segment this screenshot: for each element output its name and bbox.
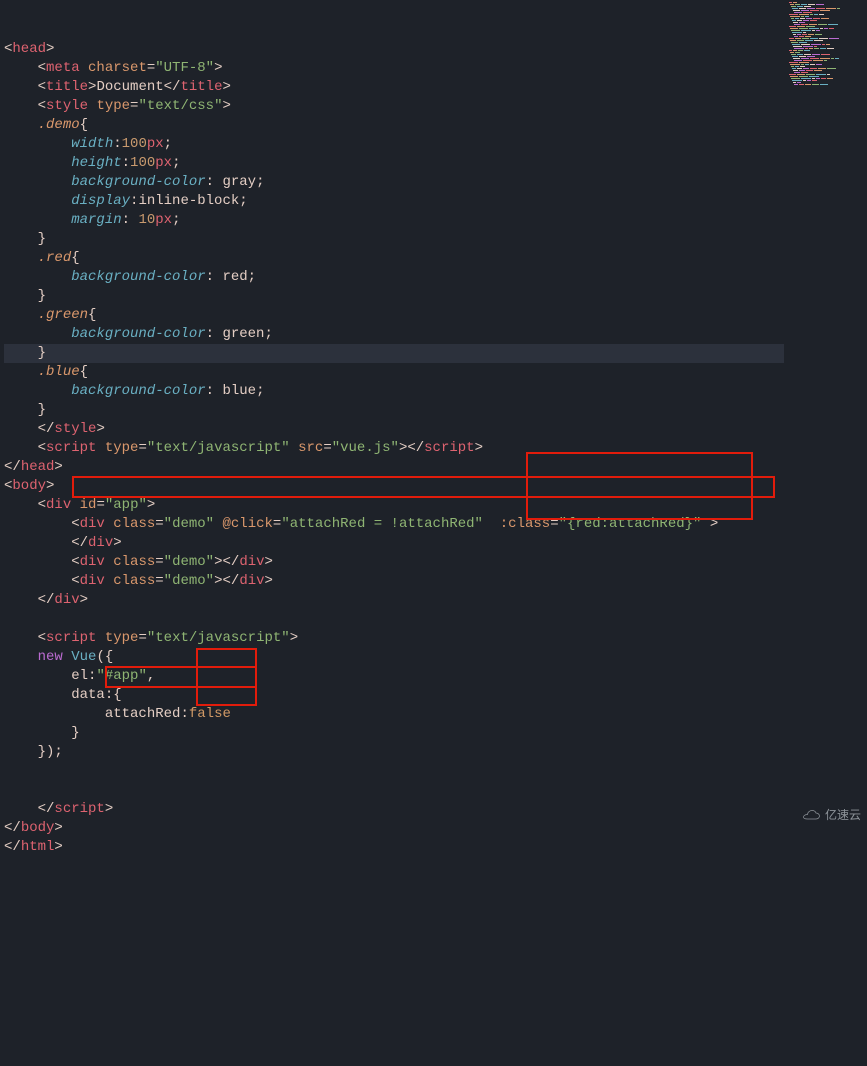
code-line: .blue{: [4, 363, 867, 382]
code-line: }: [4, 287, 867, 306]
code-line: }: [4, 724, 867, 743]
code-line: [4, 781, 867, 800]
code-line: width:100px;: [4, 135, 867, 154]
code-line: <title>Document</title>: [4, 78, 867, 97]
code-line: new Vue({: [4, 648, 867, 667]
code-line: </style>: [4, 420, 867, 439]
code-line: <div class="demo" @click="attachRed = !a…: [4, 515, 867, 534]
code-line: </head>: [4, 458, 867, 477]
code-line: background-color: green;: [4, 325, 867, 344]
code-line: </script>: [4, 800, 867, 819]
code-line: el:"#app",: [4, 667, 867, 686]
code-line: <div class="demo"></div>: [4, 553, 867, 572]
code-line: height:100px;: [4, 154, 867, 173]
code-line: <div id="app">: [4, 496, 867, 515]
code-line: background-color: blue;: [4, 382, 867, 401]
code-line: <style type="text/css">: [4, 97, 867, 116]
code-line: display:inline-block;: [4, 192, 867, 211]
code-line: .demo{: [4, 116, 867, 135]
code-line: data:{: [4, 686, 867, 705]
cloud-icon: [801, 809, 821, 823]
code-line: attachRed:false: [4, 705, 867, 724]
code-line: <script type="text/javascript">: [4, 629, 867, 648]
code-line: background-color: gray;: [4, 173, 867, 192]
code-line: [4, 762, 867, 781]
code-line: </div>: [4, 591, 867, 610]
code-line: });: [4, 743, 867, 762]
code-line: <body>: [4, 477, 867, 496]
code-line: .green{: [4, 306, 867, 325]
code-line: [4, 610, 867, 629]
code-line: </html>: [4, 838, 867, 857]
code-line: background-color: red;: [4, 268, 867, 287]
code-line: margin: 10px;: [4, 211, 867, 230]
code-line: .red{: [4, 249, 867, 268]
code-line: <meta charset="UTF-8">: [4, 59, 867, 78]
code-line: <script type="text/javascript" src="vue.…: [4, 439, 867, 458]
code-line: <div class="demo"></div>: [4, 572, 867, 591]
code-line: }: [4, 401, 867, 420]
watermark: 亿速云: [801, 806, 861, 825]
code-line: }: [4, 344, 784, 363]
code-line: }: [4, 230, 867, 249]
code-line: </div>: [4, 534, 867, 553]
code-block: <head> <meta charset="UTF-8"> <title>Doc…: [4, 40, 867, 857]
watermark-text: 亿速云: [825, 806, 861, 825]
code-editor: <head> <meta charset="UTF-8"> <title>Doc…: [0, 0, 867, 829]
code-line: <head>: [4, 40, 867, 59]
